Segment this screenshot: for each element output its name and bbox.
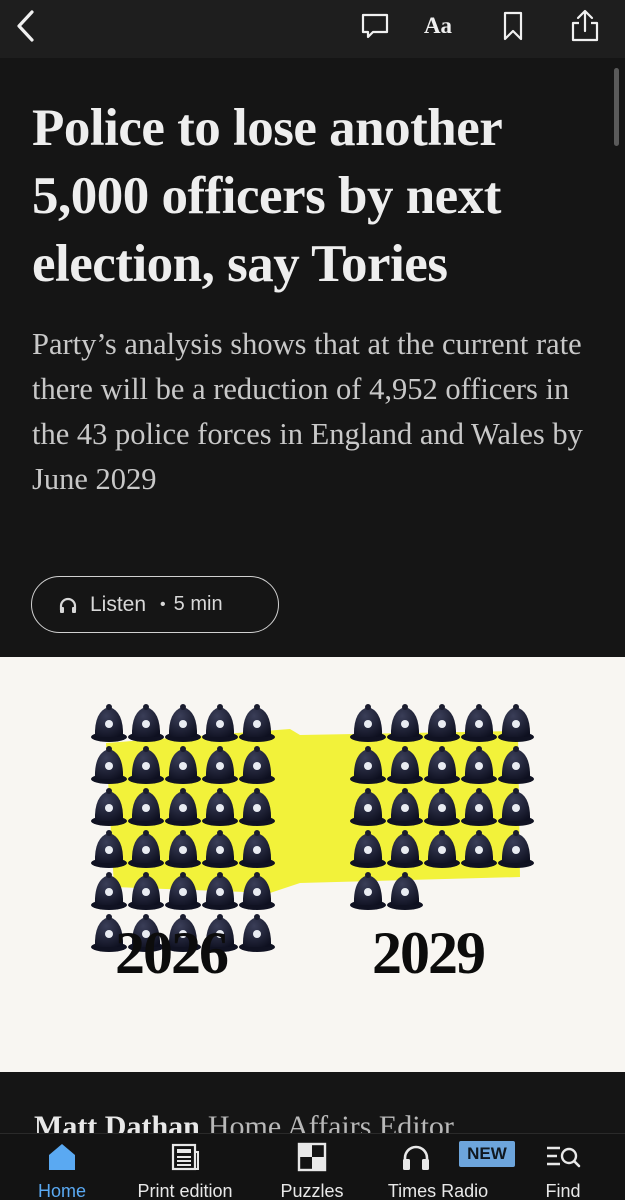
puzzle-grid-icon <box>297 1142 327 1172</box>
back-button[interactable] <box>8 8 44 44</box>
listen-button[interactable]: Listen • 5 min <box>31 576 279 633</box>
helmet-2026 <box>165 704 201 742</box>
helmet-2029 <box>387 704 423 742</box>
newspaper-icon <box>171 1143 199 1171</box>
new-badge: NEW <box>459 1141 515 1167</box>
helmet-2029 <box>461 704 497 742</box>
tab-home-label: Home <box>37 1181 86 1200</box>
listen-label: Listen <box>90 592 147 616</box>
chevron-left-icon <box>17 10 34 42</box>
headphones-icon <box>59 597 77 613</box>
tab-times-radio-label: Times Radio <box>387 1181 489 1200</box>
yellow-highlight-block <box>106 729 520 893</box>
share-button[interactable] <box>566 8 604 44</box>
text-size-label: Aa <box>423 13 453 38</box>
home-icon <box>49 1144 75 1170</box>
bookmark-button[interactable] <box>496 8 530 44</box>
share-icon <box>571 9 599 42</box>
helmet-2026 <box>239 914 275 952</box>
article-illustration: 2026 2029 <box>0 657 625 1072</box>
search-menu-icon <box>547 1146 581 1168</box>
article-standfirst: Party’s analysis shows that at the curre… <box>32 327 583 496</box>
tab-find-label: Find <box>545 1181 581 1200</box>
article-headline: Police to lose another 5,000 officers by… <box>32 99 502 293</box>
bookmark-icon <box>503 11 523 41</box>
listen-duration: 5 min <box>173 593 223 615</box>
year-label-2029: 2029 <box>372 920 486 986</box>
tab-puzzles[interactable]: Puzzles <box>262 1134 362 1200</box>
helmet-2026 <box>239 704 275 742</box>
comments-button[interactable] <box>356 8 394 44</box>
listen-separator: • <box>160 595 166 613</box>
tab-home[interactable]: Home <box>16 1134 108 1200</box>
text-size-button[interactable]: Aa <box>416 8 460 44</box>
bottom-tab-bar: Home Print edition Puzzles Times Radio N… <box>0 1133 625 1200</box>
scroll-indicator[interactable] <box>614 68 619 146</box>
helmet-2029 <box>498 704 534 742</box>
tab-puzzles-label: Puzzles <box>280 1181 344 1200</box>
police-helmets-graphic <box>91 704 534 952</box>
tab-find[interactable]: Find <box>520 1134 606 1200</box>
tab-print-edition-label: Print edition <box>137 1181 233 1200</box>
tab-print-edition[interactable]: Print edition <box>120 1134 250 1200</box>
year-label-2026: 2026 <box>115 920 229 986</box>
helmet-2029 <box>424 704 460 742</box>
headphones-icon <box>403 1145 430 1170</box>
helmet-2026 <box>202 704 238 742</box>
helmet-2026 <box>91 704 127 742</box>
helmet-2026 <box>128 704 164 742</box>
helmet-2029 <box>350 704 386 742</box>
article-toolbar: Aa <box>0 0 625 58</box>
comment-icon <box>361 13 389 39</box>
